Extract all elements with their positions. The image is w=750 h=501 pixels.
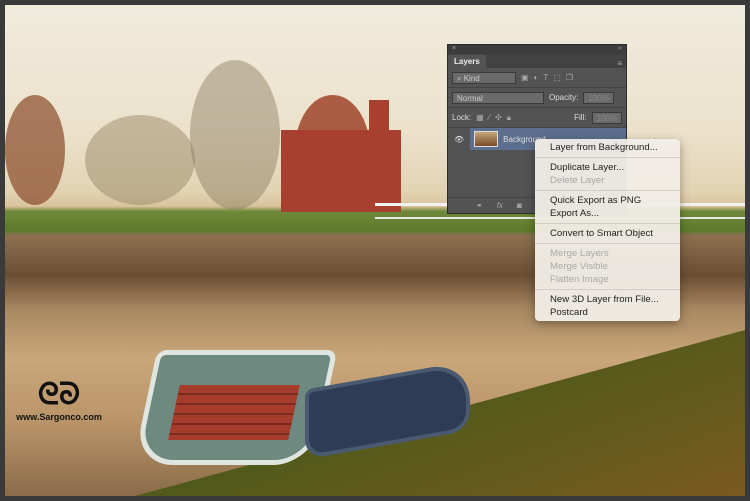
menu-separator (535, 223, 680, 224)
panel-menu-icon[interactable]: ≡ (617, 59, 626, 68)
smart-object-filter-icon[interactable]: ❐ (566, 73, 573, 82)
close-icon[interactable]: × (452, 45, 456, 54)
opacity-input[interactable]: 100% (583, 91, 614, 104)
menu-item-merge-layers: Merge Layers (550, 247, 609, 259)
menu-item-flatten-image: Flatten Image (550, 273, 609, 285)
filter-kind-select[interactable]: ⌕ Kind (452, 71, 516, 84)
menu-item-export-as[interactable]: Export As... (535, 207, 680, 220)
type-filter-icon[interactable]: T (543, 73, 548, 82)
red-house (281, 100, 401, 212)
logo-icon: ᘓᘐ (37, 378, 81, 411)
menu-separator (535, 190, 680, 191)
watermark-text: www.Sargonco.com (16, 412, 102, 422)
lock-pixels-icon[interactable]: ▦ (476, 113, 484, 122)
menu-item-new-3d-layer-from-file[interactable]: New 3D Layer from File... (535, 293, 680, 306)
watermark: ᘓᘐ www.Sargonco.com (4, 378, 114, 422)
filter-kind-value: Kind (463, 73, 480, 83)
lock-brush-icon[interactable]: ⁄ (489, 113, 490, 122)
menu-item-quick-export-as-png[interactable]: Quick Export as PNG (535, 194, 680, 207)
shape-filter-icon[interactable]: ⬚ (553, 73, 561, 82)
tree (190, 60, 280, 210)
menu-item-duplicate-layer[interactable]: Duplicate Layer... (535, 161, 680, 174)
eye-icon[interactable]: 👁︎ (454, 135, 464, 144)
tree (5, 95, 65, 205)
mask-icon[interactable]: ◙ (517, 201, 522, 210)
layer-thumbnail (474, 131, 499, 147)
menu-separator (535, 243, 680, 244)
adjustment-filter-icon[interactable]: ◐ (534, 73, 539, 82)
lock-all-icon[interactable]: 🔒︎ (507, 113, 511, 123)
menu-item-postcard[interactable]: Postcard (535, 306, 680, 319)
image-filter-icon[interactable]: ▣ (521, 73, 529, 82)
blend-mode-select[interactable]: Normal (452, 91, 544, 104)
link-icon[interactable]: ⚭ (476, 201, 483, 210)
menu-item-merge-visible: Merge Visible (550, 260, 608, 272)
menu-separator (535, 157, 680, 158)
tree (85, 115, 195, 205)
menu-item-delete-layer: Delete Layer (550, 174, 605, 186)
menu-item-convert-to-smart-object[interactable]: Convert to Smart Object (535, 227, 680, 240)
collapse-icon[interactable]: ‹‹ (617, 45, 622, 54)
opacity-label: Opacity: (549, 93, 579, 102)
fill-input[interactable]: 100% (591, 111, 622, 124)
context-menu: Layer from Background... Duplicate Layer.… (535, 139, 680, 321)
lock-position-icon[interactable]: ✣ (495, 113, 502, 122)
tab-layers[interactable]: Layers (448, 55, 486, 68)
lock-label: Lock: (452, 113, 472, 122)
fx-icon[interactable]: fx (497, 201, 503, 210)
menu-item-layer-from-background[interactable]: Layer from Background... (535, 141, 680, 154)
menu-separator (535, 289, 680, 290)
fill-label: Fill: (574, 113, 587, 122)
